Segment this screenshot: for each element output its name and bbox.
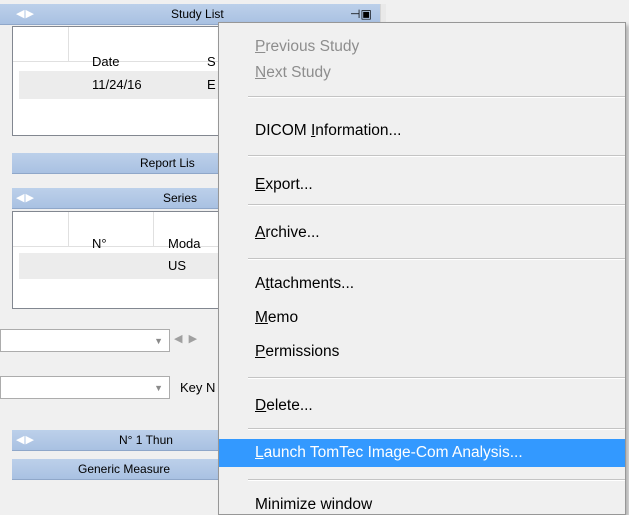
thumbnails-header: ◀▶ N° 1 Thun xyxy=(12,430,222,451)
menu-item-next-study[interactable]: Next Study xyxy=(219,59,625,87)
menu-item-minimize-window[interactable]: Minimize window xyxy=(219,491,625,514)
menu-separator xyxy=(248,428,625,430)
series-select[interactable]: ▼ xyxy=(0,329,170,352)
report-list-title: Report Lis xyxy=(140,156,195,170)
menu-separator xyxy=(248,155,625,157)
series-header: ◀▶ Series xyxy=(12,188,222,209)
generic-measure-title: Generic Measure xyxy=(78,462,171,476)
arrow-right-icon[interactable]: ▶ xyxy=(25,430,34,450)
cell-modality: US xyxy=(168,258,187,273)
chevron-down-icon: ▼ xyxy=(154,336,163,346)
cell-date: 11/24/16 xyxy=(92,77,142,92)
thumbnails-nav-arrows[interactable]: ◀▶ xyxy=(16,430,35,450)
menu-separator xyxy=(248,377,625,379)
study-list-title: Study List xyxy=(171,7,224,21)
menu-item-delete[interactable]: Delete... xyxy=(219,392,625,420)
menu-item-dicom-information[interactable]: DICOM Information... xyxy=(219,117,625,145)
context-menu: Previous Study Next Study DICOM Informat… xyxy=(218,22,626,515)
arrow-right-icon[interactable]: ▶ xyxy=(189,333,197,345)
menu-item-previous-study[interactable]: Previous Study xyxy=(219,33,625,61)
arrow-right-icon[interactable]: ▶ xyxy=(25,188,34,208)
arrow-right-icon[interactable]: ▶ xyxy=(25,4,34,24)
menu-separator xyxy=(248,479,625,481)
menu-separator xyxy=(248,204,625,206)
menu-item-memo[interactable]: Memo xyxy=(219,304,625,332)
series-grid: N° Moda US xyxy=(12,211,222,309)
menu-item-export[interactable]: Export... xyxy=(219,171,625,199)
arrow-left-icon[interactable]: ◀ xyxy=(174,333,182,345)
table-row[interactable] xyxy=(19,253,221,279)
menu-separator xyxy=(248,96,625,98)
menu-item-archive[interactable]: Archive... xyxy=(219,219,625,247)
column-header-s[interactable]: S xyxy=(207,54,216,69)
arrow-left-icon[interactable]: ◀ xyxy=(16,430,25,450)
column-header-date[interactable]: Date xyxy=(92,54,119,69)
arrow-left-icon[interactable]: ◀ xyxy=(16,4,25,24)
menu-item-attachments[interactable]: Attachments... xyxy=(219,270,625,298)
key-label: Key N xyxy=(180,380,216,395)
column-header-modality[interactable]: Moda xyxy=(168,236,201,251)
image-nav-arrows[interactable]: ◀ ▶ xyxy=(174,332,197,345)
column-header-number[interactable]: N° xyxy=(92,236,107,251)
arrow-left-icon[interactable]: ◀ xyxy=(16,188,25,208)
report-list-header[interactable]: Report Lis xyxy=(12,153,222,174)
menu-separator xyxy=(248,258,625,260)
study-nav-arrows[interactable]: ◀▶ xyxy=(16,4,35,24)
menu-item-permissions[interactable]: Permissions xyxy=(219,338,625,366)
menu-item-launch-tomtec[interactable]: Launch TomTec Image-Com Analysis... xyxy=(219,439,625,467)
series-nav-arrows[interactable]: ◀▶ xyxy=(16,188,35,208)
thumbnails-title: N° 1 Thun xyxy=(119,433,173,447)
chevron-down-icon: ▼ xyxy=(154,383,163,393)
cell-s: E xyxy=(207,77,216,92)
study-list-grid: Date S 11/24/16 E xyxy=(12,26,222,136)
generic-measure-header[interactable]: Generic Measure xyxy=(12,459,222,480)
key-select[interactable]: ▼ xyxy=(0,376,170,399)
series-title: Series xyxy=(163,191,198,205)
